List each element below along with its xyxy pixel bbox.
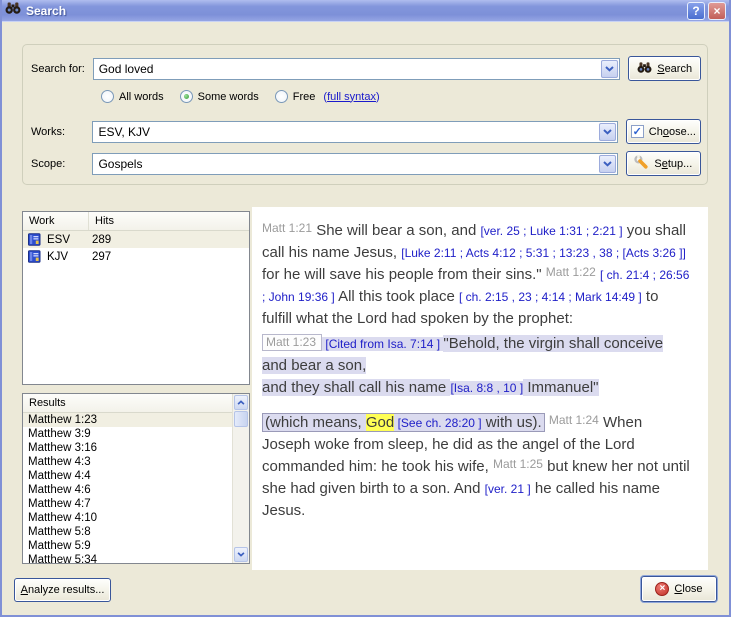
scroll-up-icon[interactable]	[234, 395, 248, 410]
works-value[interactable]: ESV, KJV	[93, 125, 597, 139]
results-list: Matthew 1:23 Matthew 3:9 Matthew 3:16 Ma…	[23, 413, 232, 563]
results-header: Results	[23, 394, 232, 413]
result-reference: Matthew 4:7	[28, 498, 91, 510]
radio-circle-icon	[180, 90, 193, 103]
list-item[interactable]: Matthew 4:4	[23, 469, 232, 483]
analyze-results-button[interactable]: Analyze results...	[14, 578, 111, 602]
work-hit-count: 289	[89, 234, 111, 246]
work-name: ESV	[47, 234, 89, 246]
result-reference: Matthew 5:9	[28, 540, 91, 552]
works-table-header: Work Hits	[23, 212, 249, 231]
verse-preview-pane[interactable]: Matt 1:21 She will bear a son, and [ver.…	[252, 207, 708, 570]
list-item[interactable]: Matthew 4:6	[23, 483, 232, 497]
result-reference: Matthew 5:34	[28, 554, 97, 563]
scope-combobox[interactable]: Gospels	[92, 153, 617, 175]
close-x-icon: ×	[655, 582, 669, 596]
hits-column-header[interactable]: Hits	[89, 212, 120, 230]
list-item[interactable]: Matthew 3:16	[23, 441, 232, 455]
setup-button[interactable]: Setup...	[626, 151, 701, 176]
highlighted-verse-paragraph: Matt 1:23 [Cited from Isa. 7:14 ] "Behol…	[262, 333, 691, 399]
search-dropdown-button[interactable]	[601, 60, 618, 78]
radio-label: Free	[293, 91, 316, 103]
list-item[interactable]: Matthew 3:9	[23, 427, 232, 441]
results-scrollbar[interactable]	[232, 394, 249, 563]
titlebar[interactable]: Search ? ×	[0, 0, 731, 22]
result-reference: Matthew 4:3	[28, 456, 91, 468]
search-input[interactable]: God loved	[94, 62, 601, 76]
help-button[interactable]: ?	[687, 2, 705, 20]
search-button-label: Search	[657, 63, 692, 75]
list-item[interactable]: Matthew 5:9	[23, 539, 232, 553]
list-item[interactable]: Matthew 4:7	[23, 497, 232, 511]
result-reference: Matthew 5:8	[28, 526, 91, 538]
binoculars-icon	[637, 61, 652, 77]
window-close-button[interactable]: ×	[708, 2, 726, 20]
wrench-icon	[634, 155, 649, 173]
work-hit-count: 297	[89, 251, 111, 263]
scope-dropdown-button[interactable]	[599, 155, 616, 173]
scroll-down-icon[interactable]	[234, 547, 248, 562]
analyze-button-label: Analyze results...	[21, 584, 105, 596]
table-row[interactable]: KJV 297	[23, 248, 249, 265]
choose-button-label: Choose...	[649, 126, 696, 138]
works-dropdown-button[interactable]	[599, 123, 616, 141]
result-reference: Matthew 4:10	[28, 512, 97, 524]
radio-circle-icon	[101, 90, 114, 103]
full-syntax-link[interactable]: (full syntax)	[323, 91, 379, 103]
choose-button[interactable]: ✓ Choose...	[626, 119, 701, 144]
search-type-radio[interactable]: Some words	[180, 90, 259, 103]
list-item[interactable]: Matthew 4:3	[23, 455, 232, 469]
verse-paragraph: (which means, God [See ch. 28:20 ] with …	[262, 412, 691, 522]
results-panel: Results Matthew 1:23 Matthew 3:9	[22, 393, 250, 564]
search-type-radio[interactable]: All words	[101, 90, 164, 103]
search-type-radios: All words Some words Free	[101, 90, 315, 103]
verse-paragraph: Matt 1:21 She will bear a son, and [ver.…	[262, 220, 691, 330]
radio-label: Some words	[198, 91, 259, 103]
search-button[interactable]: Search	[628, 56, 701, 81]
works-table-body: ESV 289	[23, 231, 249, 265]
scope-label: Scope:	[31, 158, 92, 170]
dialog-body: Search for: God loved	[2, 22, 729, 615]
table-row[interactable]: ESV 289	[23, 231, 249, 248]
result-reference: Matthew 4:4	[28, 470, 91, 482]
scrollbar-thumb[interactable]	[234, 411, 248, 427]
result-reference: Matthew 3:9	[28, 428, 91, 440]
close-button-label: Close	[674, 583, 702, 595]
works-hits-panel: Work Hits	[22, 211, 250, 385]
radio-circle-icon	[275, 90, 288, 103]
scope-value[interactable]: Gospels	[93, 157, 597, 171]
search-dialog: Search ? × Search for: God loved	[0, 0, 731, 617]
search-type-radio[interactable]: Free	[275, 90, 316, 103]
list-item[interactable]: Matthew 5:8	[23, 525, 232, 539]
binoculars-icon	[5, 1, 21, 20]
setup-button-label: Setup...	[654, 158, 692, 170]
list-item[interactable]: Matthew 1:23	[23, 413, 232, 427]
result-reference: Matthew 3:16	[28, 442, 97, 454]
radio-label: All words	[119, 91, 164, 103]
search-combobox[interactable]: God loved	[93, 58, 621, 80]
works-label: Works:	[31, 126, 92, 138]
list-item[interactable]: Matthew 4:10	[23, 511, 232, 525]
book-icon	[28, 233, 41, 246]
results-column-header[interactable]: Results	[23, 394, 72, 412]
search-form-group: Search for: God loved	[22, 44, 708, 185]
result-reference: Matthew 1:23	[28, 414, 97, 426]
work-column-header[interactable]: Work	[23, 212, 89, 230]
close-button[interactable]: × Close	[641, 576, 717, 602]
result-reference: Matthew 4:6	[28, 484, 91, 496]
window-title: Search	[26, 4, 66, 18]
search-for-label: Search for:	[31, 63, 93, 75]
works-combobox[interactable]: ESV, KJV	[92, 121, 617, 143]
checkmark-icon: ✓	[631, 125, 644, 138]
list-item[interactable]: Matthew 5:34	[23, 553, 232, 563]
book-icon	[28, 250, 41, 263]
work-name: KJV	[47, 251, 89, 263]
